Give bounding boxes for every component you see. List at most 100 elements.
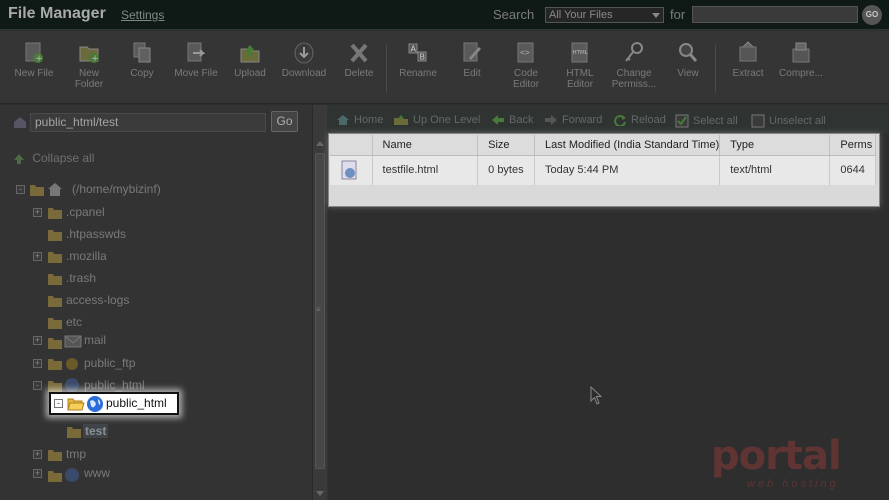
checkbox-empty-icon <box>751 114 765 128</box>
delete-button[interactable]: Delete <box>331 41 387 79</box>
column-header-icon[interactable] <box>330 135 373 156</box>
folder-icon <box>48 338 62 349</box>
html-editor-icon: HTML <box>571 42 589 63</box>
collapse-all-link[interactable]: Collapse all <box>12 151 94 165</box>
nav-up-level-button[interactable]: Up One Level <box>393 114 480 126</box>
path-input[interactable]: public_html/test <box>30 113 266 132</box>
nav-select-all-button[interactable]: Select all <box>675 114 738 128</box>
change-permissions-label: Change Permiss... <box>611 68 657 90</box>
portal-watermark-logo: portal web hosting <box>711 433 861 493</box>
for-label: for <box>670 7 686 22</box>
tree-label: public_html <box>84 378 145 392</box>
nav-back-button[interactable]: Back <box>491 114 533 126</box>
new-folder-label: New Folder <box>74 68 104 90</box>
collapse-toggle-icon: - <box>54 399 63 408</box>
code-editor-button[interactable]: <> Code Editor <box>498 41 554 90</box>
download-label: Download <box>281 68 327 79</box>
svg-text:+: + <box>91 54 99 64</box>
extract-icon <box>739 41 757 62</box>
expand-toggle-icon: + <box>33 468 42 478</box>
file-table-container: Name Size Last Modified (India Standard … <box>328 133 880 207</box>
file-table: Name Size Last Modified (India Standard … <box>330 135 876 185</box>
mail-envelope-icon <box>64 335 82 348</box>
tree-label: mail <box>84 333 107 347</box>
tree-label: .cpanel <box>66 205 105 219</box>
compress-label: Compre... <box>779 68 823 79</box>
move-file-button[interactable]: Move File <box>168 41 224 79</box>
column-header-type[interactable]: Type <box>719 135 831 156</box>
folder-open-icon <box>48 381 62 392</box>
new-file-icon: + <box>25 42 43 64</box>
view-icon <box>679 43 698 62</box>
column-header-last-modified[interactable]: Last Modified (India Standard Time) <box>534 135 721 156</box>
edit-button[interactable]: Edit <box>444 41 500 79</box>
file-perms-cell[interactable]: 0644 <box>829 155 876 185</box>
html-editor-button[interactable]: HTML HTML Editor <box>552 41 608 90</box>
folder-icon <box>48 252 62 263</box>
edit-icon <box>463 42 481 62</box>
watermark-sub: web hosting <box>747 478 839 490</box>
chevron-down-icon <box>652 13 660 18</box>
search-scope-select[interactable]: All Your Files <box>545 7 664 23</box>
svg-text:+: + <box>35 54 43 64</box>
collapse-toggle-icon: - <box>33 381 42 390</box>
tree-label: .mozilla <box>66 249 107 263</box>
search-label: Search <box>493 7 535 22</box>
ftp-icon <box>66 358 78 370</box>
expand-toggle-icon: + <box>33 207 42 217</box>
scroll-down-arrow-icon[interactable] <box>316 491 324 496</box>
path-go-button[interactable]: Go <box>271 111 298 132</box>
folder-icon <box>48 208 62 219</box>
new-folder-button[interactable]: + New Folder <box>61 41 117 90</box>
extract-label: Extract <box>732 68 764 79</box>
delete-icon <box>350 43 368 63</box>
view-button[interactable]: View <box>660 41 716 79</box>
upload-button[interactable]: Upload <box>222 41 278 79</box>
delete-label: Delete <box>344 68 374 79</box>
new-file-button[interactable]: + New File <box>6 41 62 79</box>
collapse-arrow-icon <box>14 153 24 164</box>
nav-reload-button[interactable]: Reload <box>613 114 666 127</box>
download-button[interactable]: Download <box>276 41 332 79</box>
nav-unselect-all-button[interactable]: Unselect all <box>751 114 826 128</box>
nav-select-all-label: Select all <box>693 114 738 127</box>
table-row[interactable]: testfile.html 0 bytes Today 5:44 PM text… <box>330 155 876 185</box>
folder-icon <box>67 427 81 438</box>
file-modified-cell: Today 5:44 PM <box>534 155 721 185</box>
file-name-cell[interactable]: testfile.html <box>372 155 479 185</box>
nav-home-button[interactable]: Home <box>336 114 383 126</box>
folder-icon <box>48 274 62 285</box>
tree-label: access-logs <box>66 293 130 307</box>
settings-link[interactable]: Settings <box>121 8 164 22</box>
nav-up-level-label: Up One Level <box>413 114 481 126</box>
highlighted-tree-node-public-html[interactable]: - public_html <box>49 392 179 415</box>
change-permissions-icon <box>625 42 643 62</box>
column-header-size[interactable]: Size <box>477 135 535 156</box>
watermark-brand: portal <box>711 433 842 479</box>
folder-icon <box>48 318 62 329</box>
new-file-label: New File <box>14 68 54 79</box>
code-editor-label: Code Editor <box>512 68 540 90</box>
column-header-name[interactable]: Name <box>372 135 479 156</box>
svg-text:A: A <box>411 45 417 54</box>
collapse-all-label: Collapse all <box>32 151 95 165</box>
globe-icon <box>65 468 79 482</box>
extract-button[interactable]: Extract <box>720 41 776 79</box>
copy-icon <box>133 42 151 63</box>
change-permissions-button[interactable]: Change Permiss... <box>606 41 662 90</box>
column-header-perms[interactable]: Perms <box>829 135 876 156</box>
forward-arrow-icon <box>545 115 557 126</box>
html-editor-label: HTML Editor <box>566 68 594 90</box>
edit-label: Edit <box>463 68 481 79</box>
search-input[interactable] <box>692 6 858 23</box>
rename-button[interactable]: AB Rename <box>390 41 446 79</box>
toolbar-divider <box>386 45 387 93</box>
copy-button[interactable]: Copy <box>114 41 170 79</box>
compress-icon <box>792 42 810 63</box>
search-go-button[interactable]: GO <box>862 5 882 25</box>
scroll-up-arrow-icon[interactable] <box>316 141 324 146</box>
tree-scrollbar[interactable]: ≡ <box>312 105 327 500</box>
nav-forward-button[interactable]: Forward <box>544 114 602 126</box>
navigation-bar: Home Up One Level Back Forward Reload Se… <box>328 105 889 133</box>
compress-button[interactable]: Compre... <box>773 41 829 79</box>
